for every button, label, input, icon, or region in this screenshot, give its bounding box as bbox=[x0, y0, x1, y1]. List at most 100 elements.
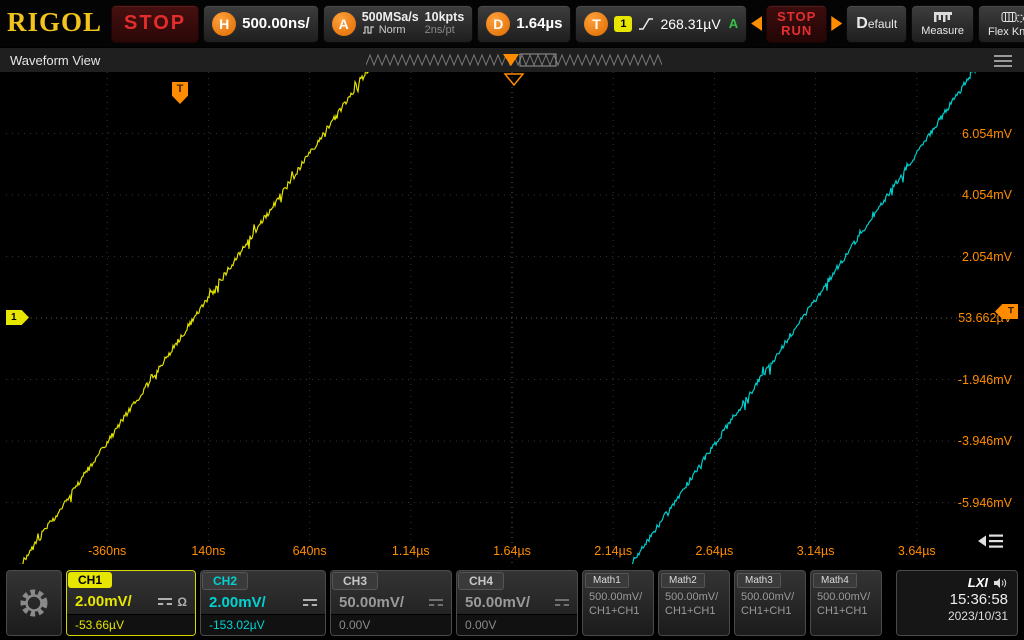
voltage-axis-label: -3.946mV bbox=[958, 434, 1012, 448]
stop-run-line2: RUN bbox=[781, 24, 812, 38]
math3-expression: CH1+CH1 bbox=[741, 604, 805, 618]
default-label: Default bbox=[856, 15, 897, 33]
grid-lines bbox=[6, 72, 1018, 564]
ch1-trace bbox=[16, 72, 374, 564]
dc-coupling-icon bbox=[555, 599, 569, 606]
preview-trigger-marker[interactable] bbox=[503, 54, 519, 66]
ch2-panel[interactable]: CH2 2.00mV/ -153.02µV bbox=[200, 570, 326, 636]
ch1-offset: -53.66µV bbox=[67, 614, 195, 635]
system-time: 15:36:58 bbox=[950, 591, 1008, 608]
voltage-axis-label: 2.054mV bbox=[962, 250, 1012, 264]
trigger-position-indicator bbox=[505, 74, 523, 85]
sample-resolution: 2ns/pt bbox=[425, 24, 465, 37]
waveform-traces bbox=[16, 72, 980, 564]
flex-knob-button[interactable]: Flex Knob bbox=[978, 5, 1024, 43]
dc-coupling-icon bbox=[158, 598, 172, 605]
rising-edge-icon bbox=[638, 17, 654, 31]
system-status-panel[interactable]: LXI 15:36:58 2023/10/31 bbox=[896, 570, 1018, 636]
math3-panel[interactable]: Math3 500.00mV/ CH1+CH1 bbox=[734, 570, 806, 636]
horizontal-position-preview[interactable] bbox=[366, 52, 662, 69]
flex-knob-icon bbox=[1001, 10, 1024, 24]
menu-icon[interactable] bbox=[994, 54, 1012, 68]
math3-label: Math3 bbox=[737, 573, 781, 588]
sample-rate: 500MSa/s bbox=[362, 11, 419, 24]
ch3-scale: 50.00mV/ bbox=[339, 594, 404, 611]
ch3-offset: 0.00V bbox=[331, 614, 451, 635]
default-button[interactable]: Default bbox=[846, 5, 907, 43]
d-badge: D bbox=[486, 12, 510, 36]
voltage-axis-label: -1.946mV bbox=[958, 373, 1012, 387]
ch2-label: CH2 bbox=[202, 572, 248, 590]
t-badge: T bbox=[584, 12, 608, 36]
trigger-button[interactable]: T 1 268.31µV A bbox=[575, 5, 747, 43]
time-axis-label: 640ns bbox=[293, 544, 327, 558]
math1-panel[interactable]: Math1 500.00mV/ CH1+CH1 bbox=[582, 570, 654, 636]
horizontal-delay-button[interactable]: D 1.64µs bbox=[477, 5, 571, 43]
a-badge: A bbox=[332, 12, 356, 36]
lxi-indicator: LXI bbox=[968, 575, 988, 590]
collapse-menu-icon[interactable] bbox=[978, 532, 1004, 550]
acquire-mode: Norm bbox=[379, 24, 406, 37]
time-axis-label: 2.14µs bbox=[594, 544, 632, 558]
math4-expression: CH1+CH1 bbox=[817, 604, 881, 618]
timebase-value: 500.00ns/ bbox=[242, 15, 310, 32]
math4-panel[interactable]: Math4 500.00mV/ CH1+CH1 bbox=[810, 570, 882, 636]
trigger-sweep-mode: A bbox=[729, 16, 738, 31]
math1-label: Math1 bbox=[585, 573, 629, 588]
acquire-mode-icon bbox=[362, 25, 376, 35]
ch4-panel[interactable]: CH4 50.00mV/ 0.00V bbox=[456, 570, 578, 636]
ch3-label: CH3 bbox=[332, 572, 378, 590]
math2-panel[interactable]: Math2 500.00mV/ CH1+CH1 bbox=[658, 570, 730, 636]
next-arrow-icon[interactable] bbox=[831, 16, 842, 31]
horizontal-scale-button[interactable]: H 500.00ns/ bbox=[203, 5, 319, 43]
graticule: T 1 T -360ns140ns640ns1.14µs1.64µs2.14µs… bbox=[6, 72, 1018, 564]
system-date: 2023/10/31 bbox=[948, 609, 1008, 623]
acquisition-button[interactable]: A 500MSa/s Norm 10kpts 2ns/pt bbox=[323, 5, 474, 43]
time-axis-label: 2.64µs bbox=[696, 544, 734, 558]
math2-expression: CH1+CH1 bbox=[665, 604, 729, 618]
memory-depth: 10kpts bbox=[425, 11, 465, 24]
stop-run-line1: STOP bbox=[777, 10, 816, 24]
math2-label: Math2 bbox=[661, 573, 705, 588]
voltage-axis-label: -5.946mV bbox=[958, 496, 1012, 510]
top-bar: RIGOL STOP H 500.00ns/ A 500MSa/s Norm 1… bbox=[0, 0, 1024, 47]
ch4-offset: 0.00V bbox=[457, 614, 577, 635]
time-axis-label: 3.14µs bbox=[797, 544, 835, 558]
ch1-label: CH1 bbox=[68, 572, 112, 588]
ch1-panel[interactable]: CH1 2.00mV/ Ω -53.66µV bbox=[66, 570, 196, 636]
impedance-label: Ω bbox=[177, 595, 187, 609]
dc-coupling-icon bbox=[303, 599, 317, 606]
delay-value: 1.64µs bbox=[516, 15, 562, 32]
measure-button[interactable]: Measure bbox=[911, 5, 974, 43]
dc-coupling-icon bbox=[429, 599, 443, 606]
run-state-indicator: STOP bbox=[111, 5, 199, 43]
voltage-axis-label: 4.054mV bbox=[962, 188, 1012, 202]
settings-button[interactable] bbox=[6, 570, 62, 636]
ch2-scale: 2.00mV/ bbox=[209, 594, 266, 611]
bottom-bar: CH1 2.00mV/ Ω -53.66µV CH2 2.00mV/ -153.… bbox=[0, 566, 1024, 640]
trigger-source-badge: 1 bbox=[614, 16, 632, 32]
flex-knob-label: Flex Knob bbox=[988, 26, 1024, 38]
gear-icon bbox=[16, 585, 52, 621]
waveform-view-title: Waveform View bbox=[10, 53, 100, 68]
trigger-flag-label: T bbox=[177, 83, 184, 104]
speaker-icon bbox=[993, 577, 1008, 589]
time-axis-label: 3.64µs bbox=[898, 544, 936, 558]
math3-scale: 500.00mV/ bbox=[741, 590, 805, 604]
voltage-axis-label: 6.054mV bbox=[962, 127, 1012, 141]
oscilloscope-screen: RIGOL STOP H 500.00ns/ A 500MSa/s Norm 1… bbox=[0, 0, 1024, 640]
ch2-offset: -153.02µV bbox=[201, 614, 325, 635]
time-axis-label: 140ns bbox=[191, 544, 225, 558]
measure-label: Measure bbox=[921, 25, 964, 37]
ch3-panel[interactable]: CH3 50.00mV/ 0.00V bbox=[330, 570, 452, 636]
math4-scale: 500.00mV/ bbox=[817, 590, 881, 604]
rigol-logo: RIGOL bbox=[5, 7, 107, 40]
waveform-view-toolbar: Waveform View bbox=[0, 47, 1024, 72]
stop-run-button[interactable]: STOP RUN bbox=[766, 5, 827, 43]
ch1-scale: 2.00mV/ bbox=[75, 593, 132, 610]
ch4-scale: 50.00mV/ bbox=[465, 594, 530, 611]
math2-scale: 500.00mV/ bbox=[665, 590, 729, 604]
prev-arrow-icon[interactable] bbox=[751, 16, 762, 31]
voltage-axis-label: 53.662µV bbox=[958, 311, 1012, 325]
time-axis-label: -360ns bbox=[88, 544, 126, 558]
